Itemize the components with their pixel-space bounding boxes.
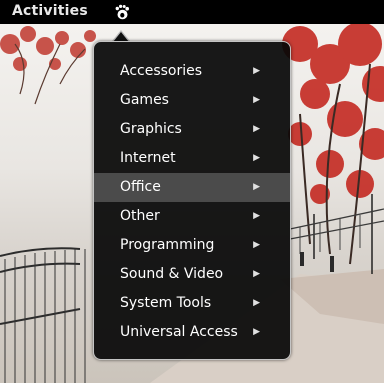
submenu-arrow-icon: ▶ bbox=[253, 182, 260, 192]
menu-item-label: Games bbox=[120, 92, 169, 108]
submenu-arrow-icon: ▶ bbox=[253, 240, 260, 250]
menu-item-label: Accessories bbox=[120, 63, 203, 79]
submenu-arrow-icon: ▶ bbox=[253, 327, 260, 337]
applications-menu: Accessories ▶ Games ▶ Graphics ▶ Interne… bbox=[93, 41, 291, 360]
submenu-arrow-icon: ▶ bbox=[253, 298, 260, 308]
menu-item-label: Graphics bbox=[120, 121, 182, 137]
menu-item-sound-video[interactable]: Sound & Video ▶ bbox=[94, 260, 290, 289]
applications-menu-button[interactable] bbox=[110, 0, 134, 24]
submenu-arrow-icon: ▶ bbox=[253, 153, 260, 163]
menu-item-graphics[interactable]: Graphics ▶ bbox=[94, 115, 290, 144]
activities-button[interactable]: Activities bbox=[12, 3, 88, 19]
menu-item-label: System Tools bbox=[120, 295, 212, 311]
submenu-arrow-icon: ▶ bbox=[253, 95, 260, 105]
submenu-arrow-icon: ▶ bbox=[253, 66, 260, 76]
menu-item-games[interactable]: Games ▶ bbox=[94, 86, 290, 115]
gnome-foot-icon bbox=[115, 4, 129, 20]
menu-item-universal-access[interactable]: Universal Access ▶ bbox=[94, 318, 290, 347]
menu-item-label: Office bbox=[120, 179, 161, 195]
menu-item-label: Other bbox=[120, 208, 160, 224]
menu-item-label: Universal Access bbox=[120, 324, 238, 340]
menu-item-accessories[interactable]: Accessories ▶ bbox=[94, 57, 290, 86]
menu-item-internet[interactable]: Internet ▶ bbox=[94, 144, 290, 173]
top-panel: Activities bbox=[0, 0, 384, 24]
submenu-arrow-icon: ▶ bbox=[253, 269, 260, 279]
menu-item-label: Sound & Video bbox=[120, 266, 224, 282]
submenu-arrow-icon: ▶ bbox=[253, 211, 260, 221]
menu-item-programming[interactable]: Programming ▶ bbox=[94, 231, 290, 260]
menu-item-label: Programming bbox=[120, 237, 215, 253]
submenu-arrow-icon: ▶ bbox=[253, 124, 260, 134]
menu-item-office[interactable]: Office ▶ bbox=[94, 173, 290, 202]
desktop: Activities Accessories ▶ Games ▶ Graphic… bbox=[0, 0, 384, 383]
menu-item-label: Internet bbox=[120, 150, 176, 166]
menu-item-other[interactable]: Other ▶ bbox=[94, 202, 290, 231]
menu-list: Accessories ▶ Games ▶ Graphics ▶ Interne… bbox=[94, 57, 290, 347]
menu-item-system-tools[interactable]: System Tools ▶ bbox=[94, 289, 290, 318]
